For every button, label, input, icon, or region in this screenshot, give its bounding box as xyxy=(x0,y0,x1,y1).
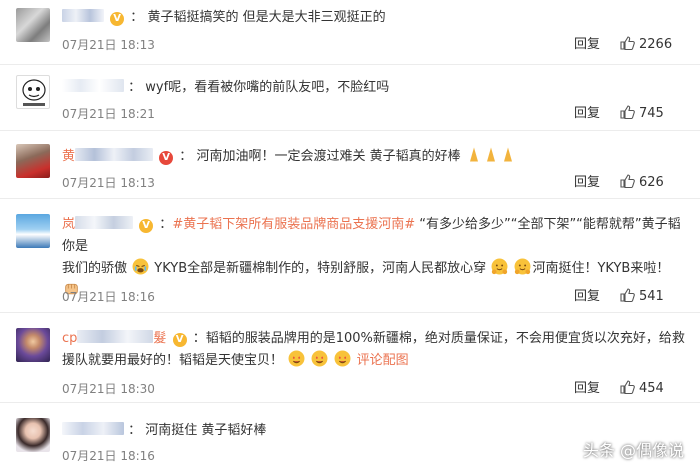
username-blurred[interactable] xyxy=(62,79,124,92)
username-prefix[interactable]: 岚 xyxy=(62,217,75,232)
avatar[interactable] xyxy=(16,75,50,109)
username-blurred[interactable] xyxy=(77,330,154,343)
comment-meta: 07月21日 18:30 回复 454 xyxy=(62,380,686,398)
comment-text: cp 髮 V ：韬韬的服装品牌用的是100%新疆棉，绝对质量保证，不会用便宜货以次… xyxy=(62,330,685,368)
comment-text: 黄 V ： 河南加油啊！一定会渡过难关 黄子韬真的好棒 xyxy=(62,146,686,168)
comment-item: ： wyf呢，看看被你嘴的前队友吧，不脸红吗 07月21日 18:21 回复 7… xyxy=(0,64,700,131)
avatar[interactable] xyxy=(16,328,50,362)
comment-item: 岚 V ：#黄子韬下架所有服装品牌商品支援河南# “有多少给多少”“全部下架”“… xyxy=(0,198,700,313)
like-button[interactable]: 541 xyxy=(620,288,686,306)
praying-hands-icon xyxy=(469,147,512,162)
comment-item: 黄 V ： 河南加油啊！一定会渡过难关 黄子韬真的好棒 07月21日 18:13… xyxy=(0,130,700,199)
thumbs-up-icon xyxy=(620,105,635,120)
like-count: 745 xyxy=(639,106,664,121)
heart-eyes-icon xyxy=(288,350,305,367)
comment-body: 河南挺住 黄子韬好棒 xyxy=(145,423,267,438)
comment-text: ： wyf呢，看看被你嘴的前队友吧，不脸红吗 xyxy=(62,77,686,99)
username-blurred[interactable] xyxy=(75,216,134,229)
verified-badge-icon: V xyxy=(159,151,174,165)
reply-button[interactable]: 回复 xyxy=(574,105,600,123)
username-prefix[interactable]: 黄 xyxy=(62,149,75,164)
hugging-face-icon xyxy=(514,258,531,275)
username-blurred[interactable] xyxy=(62,9,104,22)
comment-body: 河南加油啊！一定会渡过难关 黄子韬真的好棒 xyxy=(196,149,461,164)
comment-item: V ： 黄子韬挺搞笑的 但是大是大非三观挺正的 07月21日 18:13 回复 … xyxy=(0,0,700,65)
comment-item: cp 髮 V ：韬韬的服装品牌用的是100%新疆棉，绝对质量保证，不会用便宜货以次… xyxy=(0,312,700,403)
comment-meta: 07月21日 18:21 回复 745 xyxy=(62,105,686,123)
comment-meta: 07月21日 18:13 回复 626 xyxy=(62,174,686,192)
crying-face-icon xyxy=(132,258,149,275)
like-button[interactable]: 2266 xyxy=(620,36,686,54)
reply-button[interactable]: 回复 xyxy=(574,174,600,192)
thumbs-up-icon xyxy=(620,380,635,395)
like-count: 2266 xyxy=(639,37,673,52)
timestamp: 07月21日 18:16 xyxy=(62,290,155,304)
comment-image-link[interactable]: 评论配图 xyxy=(357,353,409,368)
watermark: 头条 @偶像说 xyxy=(582,441,684,460)
like-button[interactable]: 454 xyxy=(620,380,686,398)
avatar[interactable] xyxy=(16,214,50,248)
comment-body: wyf呢，看看被你嘴的前队友吧，不脸红吗 xyxy=(145,80,390,95)
verified-badge-icon: V xyxy=(110,12,125,26)
timestamp: 07月21日 18:21 xyxy=(62,107,155,121)
thumbs-up-icon xyxy=(620,174,635,189)
topic-hashtag-link[interactable]: #黄子韬下架所有服装品牌商品支援河南# xyxy=(172,217,415,232)
comment-body: 韬韬的服装品牌用的是100%新疆棉，绝对质量保证，不会用便宜货以次充好，给救 xyxy=(205,331,685,346)
reply-button[interactable]: 回复 xyxy=(574,380,600,398)
avatar[interactable] xyxy=(16,144,50,178)
like-button[interactable]: 626 xyxy=(620,174,686,192)
avatar[interactable] xyxy=(16,8,50,42)
username-suffix[interactable]: 髮 xyxy=(153,331,166,346)
comment-meta: 07月21日 18:13 回复 2266 xyxy=(62,36,686,54)
like-button[interactable]: 745 xyxy=(620,105,686,123)
like-count: 626 xyxy=(639,175,664,190)
heart-eyes-icon xyxy=(311,350,328,367)
like-count: 541 xyxy=(639,289,664,304)
comment-body: 我们的骄傲 xyxy=(62,261,128,276)
comment-body: 黄子韬挺搞笑的 但是大是大非三观挺正的 xyxy=(147,10,386,25)
avatar[interactable] xyxy=(16,418,50,452)
comment-meta: 07月21日 18:16 回复 541 xyxy=(62,288,686,306)
verified-badge-icon: V xyxy=(139,219,154,233)
username-blurred[interactable] xyxy=(75,148,154,161)
like-count: 454 xyxy=(639,381,664,396)
hugging-face-icon xyxy=(491,258,508,275)
thumbs-up-icon xyxy=(620,288,635,303)
heart-eyes-icon xyxy=(334,350,351,367)
comment-body: 河南挺住！YKYB来啦！ xyxy=(532,261,670,276)
timestamp: 07月21日 18:13 xyxy=(62,176,155,190)
comment-body: 援队就要用最好的！韬韬是天使宝贝！ xyxy=(62,353,284,368)
comment-text: V ： 黄子韬挺搞笑的 但是大是大非三观挺正的 xyxy=(62,7,686,29)
username-blurred[interactable] xyxy=(62,422,124,435)
reply-button[interactable]: 回复 xyxy=(574,36,600,54)
username-prefix[interactable]: cp xyxy=(62,331,77,346)
timestamp: 07月21日 18:13 xyxy=(62,38,155,52)
timestamp: 07月21日 18:16 xyxy=(62,449,155,463)
verified-badge-icon: V xyxy=(172,333,187,347)
timestamp: 07月21日 18:30 xyxy=(62,382,155,396)
thumbs-up-icon xyxy=(620,36,635,51)
reply-button[interactable]: 回复 xyxy=(574,288,600,306)
comment-body: YKYB全部是新疆棉制作的，特别舒服，河南人民都放心穿 xyxy=(154,261,487,276)
